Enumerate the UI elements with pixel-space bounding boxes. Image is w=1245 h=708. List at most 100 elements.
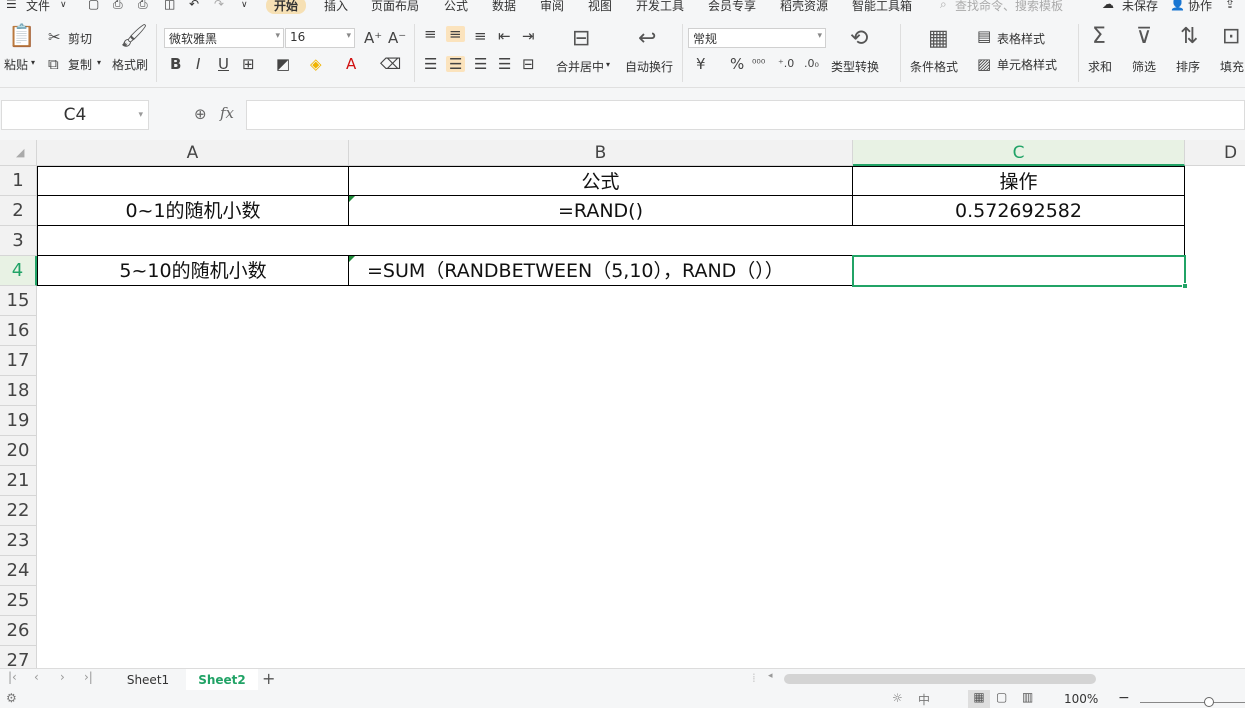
scroll-splitter[interactable]: ⁞ [752,671,756,685]
cell-a1[interactable] [37,166,349,196]
italic-icon[interactable]: I [196,56,200,72]
add-sheet-button[interactable]: + [262,669,275,688]
type-convert-button[interactable]: 类型转换 [831,58,879,75]
row-header-24[interactable]: 24 [0,556,37,586]
menu-icon[interactable]: ☰ [6,0,17,11]
row-header-23[interactable]: 23 [0,526,37,556]
unsaved-status[interactable]: 未保存 [1122,0,1158,14]
row-header-3[interactable]: 3 [0,226,37,256]
fill-icon[interactable]: ⊡ [1222,26,1240,48]
collab-button[interactable]: 协作 [1188,0,1212,14]
row-header-17[interactable]: 17 [0,346,37,376]
row-header-26[interactable]: 26 [0,616,37,646]
column-header-d[interactable]: D [1185,140,1245,166]
tab-docer[interactable]: 稻壳资源 [780,0,828,14]
format-painter-icon[interactable]: 🖌 [120,26,148,48]
align-middle-icon[interactable]: ≡ [446,26,465,42]
conditional-format-button[interactable]: 条件格式 [910,58,958,75]
cell-b2[interactable]: =RAND() [349,196,853,226]
zoom-level[interactable]: 100% [1064,692,1098,706]
row-header-27[interactable]: 27 [0,646,37,668]
undo-icon[interactable]: ↶ [189,0,199,11]
name-box[interactable]: C4 ▾ [1,100,149,130]
tab-view[interactable]: 视图 [588,0,612,14]
tab-smart-toolbox[interactable]: 智能工具箱 [852,0,912,14]
file-menu[interactable]: 文件 [26,0,50,14]
command-search[interactable]: 查找命令、搜索模板 [955,0,1063,14]
eye-protection-icon[interactable]: ☼ [892,691,903,705]
merge-dropdown-icon[interactable]: ▾ [606,60,610,69]
input-method-icon[interactable]: 中 [918,691,930,708]
tab-member[interactable]: 会员专享 [708,0,756,14]
decrease-font-icon[interactable]: A⁻ [388,30,406,46]
border-icon[interactable]: ⊞ [242,56,255,72]
scroll-left-icon[interactable]: ◂ [768,671,773,681]
copy-button[interactable]: 复制 [68,56,92,73]
chevron-down-icon[interactable]: ∨ [60,0,67,10]
save-icon[interactable]: ▢ [88,0,99,11]
page-layout-view-icon[interactable]: ▢ [996,690,1007,704]
underline-icon[interactable]: U [218,56,229,72]
fill-button[interactable]: 填充 [1220,58,1244,75]
tab-page-layout[interactable]: 页面布局 [371,0,419,14]
scissors-icon[interactable]: ✂ [48,29,61,45]
next-sheet-icon[interactable]: › [60,670,65,684]
wrap-text-button[interactable]: 自动换行 [625,58,673,75]
table-style-button[interactable]: 表格样式 [997,30,1045,47]
zoom-slider-thumb[interactable] [1204,697,1214,707]
sheet-tab-sheet2[interactable]: Sheet2 [186,669,258,691]
row-header-15[interactable]: 15 [0,286,37,316]
sort-button[interactable]: 排序 [1176,58,1200,75]
print-icon[interactable]: ⎙ [138,0,148,12]
prev-sheet-icon[interactable]: ‹ [34,670,39,684]
font-name-select[interactable]: 微软雅黑 ▾ [164,28,284,48]
zoom-slider[interactable] [1140,702,1245,703]
distributed-icon[interactable]: ⊟ [522,56,535,72]
row-header-1[interactable]: 1 [0,166,37,196]
tab-home[interactable]: 开始 [266,0,307,14]
row-header-19[interactable]: 19 [0,406,37,436]
font-size-select[interactable]: 16 ▾ [285,28,355,48]
macro-icon[interactable]: ⚙ [6,691,17,705]
merge-center-icon[interactable]: ⊟ [572,28,590,50]
wrap-text-icon[interactable]: ↩ [638,28,656,50]
row-header-21[interactable]: 21 [0,466,37,496]
bold-icon[interactable]: B [170,56,181,72]
merge-center-button[interactable]: 合并居中 [556,58,604,75]
share-icon[interactable]: ⇪ [1225,0,1235,11]
export-icon[interactable]: ⎙ [113,0,123,12]
sheet-tab-sheet1[interactable]: Sheet1 [112,669,184,691]
filter-icon[interactable]: ⊽ [1136,26,1152,48]
row-header-20[interactable]: 20 [0,436,37,466]
fill-handle[interactable] [1182,283,1188,289]
font-color-icon[interactable]: A [346,56,356,72]
number-format-select[interactable]: 常规 ▾ [688,28,826,48]
align-bottom-icon[interactable]: ≡ [474,28,487,44]
tab-insert[interactable]: 插入 [324,0,348,14]
cell-b4[interactable]: =SUM（RANDBETWEEN（5,10），RAND（）） [349,256,853,286]
paste-dropdown-icon[interactable]: ▾ [31,58,35,67]
cell-a4[interactable]: 5~10的随机小数 [37,256,349,286]
row-header-18[interactable]: 18 [0,376,37,406]
zoom-function-icon[interactable]: ⊕ [194,105,207,123]
row-header-22[interactable]: 22 [0,496,37,526]
row-header-16[interactable]: 16 [0,316,37,346]
align-left-icon[interactable]: ☰ [424,56,437,72]
normal-view-icon[interactable]: ▦ [968,690,990,708]
zoom-out-button[interactable]: − [1118,690,1130,706]
search-icon[interactable]: ⌕ [940,0,947,12]
tab-developer[interactable]: 开发工具 [636,0,684,14]
cell-c2[interactable]: 0.572692582 [853,196,1185,226]
align-right-icon[interactable]: ☰ [474,56,487,72]
cell-style-button[interactable]: 单元格样式 [997,56,1057,73]
tab-data[interactable]: 数据 [492,0,516,14]
copy-icon[interactable]: ⧉ [48,56,59,72]
formula-input[interactable] [246,100,1245,130]
shape-fill-icon[interactable]: ◩ [276,56,290,72]
paste-button[interactable]: 粘贴 [4,56,28,73]
redo-icon[interactable]: ↷ [214,0,224,11]
cell-b1[interactable]: 公式 [349,166,853,196]
align-top-icon[interactable]: ≡ [424,26,437,42]
cell-c1[interactable]: 操作 [853,166,1185,196]
fx-icon[interactable]: fx [220,104,234,122]
